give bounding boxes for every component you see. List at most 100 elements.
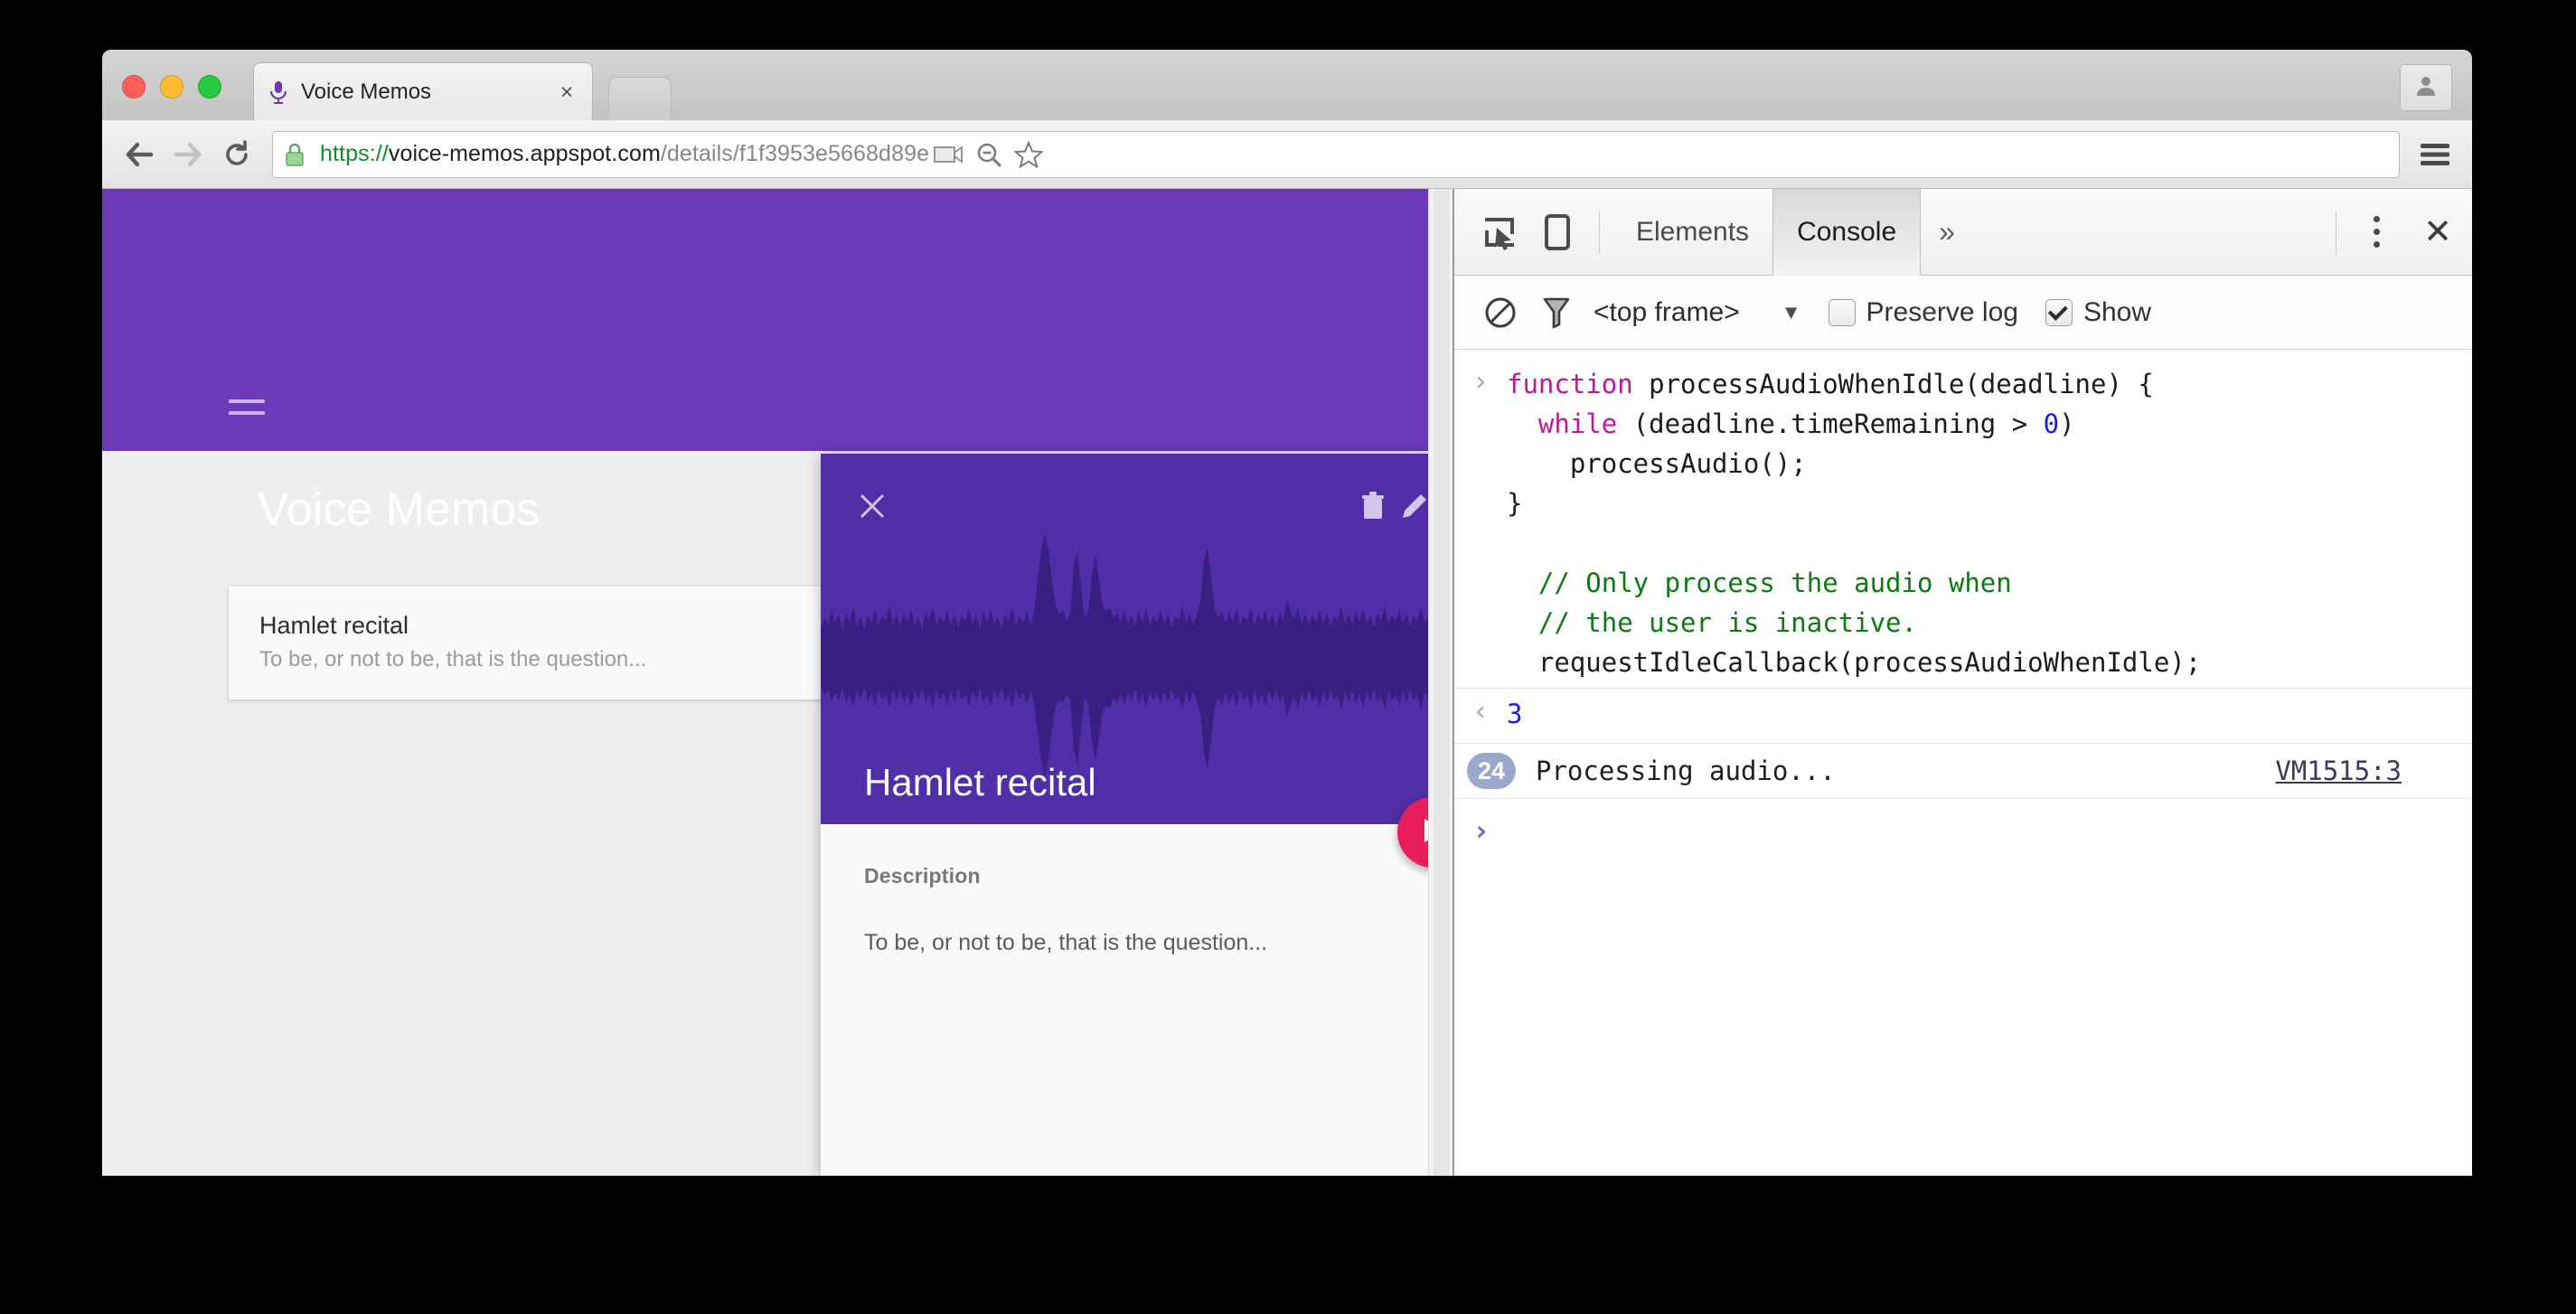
result-marker: ‹: [1454, 694, 1507, 734]
detail-card-header: Hamlet recital: [821, 454, 1428, 824]
result-chevron-icon: ‹: [1471, 696, 1490, 727]
code-token: (deadline.timeRemaining >: [1632, 408, 2044, 439]
checkbox-box: [1828, 298, 1856, 326]
device-bezel: Voice Memos × https://voice-memos.appspo…: [0, 0, 2576, 1314]
app-bar: [102, 189, 1428, 451]
close-icon[interactable]: [851, 485, 893, 527]
detail-card-body: Description To be, or not to be, that is…: [821, 824, 1428, 996]
browser-tab[interactable]: Voice Memos ×: [253, 62, 593, 120]
console-code-line: while (deadline.timeRemaining > 0): [1507, 404, 2458, 444]
input-chevron-icon: ›: [1471, 366, 1490, 398]
url-path: /details/f1f3953e5668d89e: [660, 141, 930, 166]
audio-waveform[interactable]: [821, 524, 1428, 786]
console-code-line: }: [1507, 483, 2458, 523]
window-controls: [122, 75, 221, 99]
detail-title: Hamlet recital: [864, 761, 1096, 803]
console-code-line: function processAudioWhenIdle(deadline) …: [1507, 364, 2458, 404]
code-token: processAudioWhenIdle(deadline) {: [1649, 369, 2154, 399]
browser-window: Voice Memos × https://voice-memos.appspo…: [102, 50, 2472, 1176]
console-code-line: processAudio();: [1507, 444, 2458, 483]
console-code-line: [1507, 523, 2458, 563]
page-scrollbar-thumb[interactable]: [1434, 189, 1449, 1176]
app-menu-icon[interactable]: [229, 399, 265, 425]
play-icon: [1419, 816, 1428, 849]
code-token: requestIdleCallback(processAudioWhenIdle…: [1507, 647, 2202, 678]
back-arrow-icon[interactable]: [115, 130, 164, 179]
edit-icon[interactable]: [1394, 485, 1428, 527]
forward-arrow-icon: [164, 130, 212, 179]
console-filter-bar: <top frame> ▼ Preserve log Show: [1454, 276, 2472, 350]
tab-strip: Voice Memos ×: [102, 50, 2472, 120]
reload-icon[interactable]: [212, 130, 261, 179]
log-count-badge: 24: [1467, 753, 1516, 789]
memo-detail-card: Hamlet recital Description To be, or not…: [821, 454, 1428, 1176]
window-minimize-button[interactable]: [160, 75, 183, 99]
prompt-chevron-icon: ›: [1472, 813, 1490, 848]
console-log-entry[interactable]: 24 Processing audio... VM1515:3: [1454, 743, 2472, 799]
more-tabs-button[interactable]: »: [1921, 189, 1973, 276]
console-prompt[interactable]: ›: [1454, 799, 2472, 862]
url-host: voice-memos.appspot.com: [388, 141, 661, 166]
code-token: // Only process the audio when: [1507, 568, 2012, 598]
code-token: }: [1507, 488, 1523, 519]
execution-context-value: <top frame>: [1594, 296, 1740, 327]
console-code-line: // Only process the audio when: [1507, 563, 2458, 603]
console-code: function processAudioWhenIdle(deadline) …: [1507, 364, 2472, 682]
code-token: 0: [2043, 408, 2060, 439]
bookmark-star-icon[interactable]: [1009, 140, 1048, 168]
toolbar-divider: [1599, 210, 1600, 254]
log-source-link[interactable]: VM1515:3: [2275, 756, 2402, 786]
detail-card-actions: [821, 483, 1428, 530]
execution-context-selector[interactable]: <top frame> ▼: [1594, 297, 1801, 328]
person-icon: [2413, 73, 2439, 103]
description-label: Description: [864, 864, 981, 887]
device-toolbar-icon[interactable]: [1528, 203, 1586, 261]
show-checkbox[interactable]: Show: [2045, 297, 2151, 328]
console-code-line: requestIdleCallback(processAudioWhenIdle…: [1507, 643, 2458, 682]
delete-icon[interactable]: [1352, 485, 1394, 527]
log-message: Processing audio...: [1536, 756, 1836, 786]
code-token: function: [1507, 369, 1650, 399]
page-scrollbar[interactable]: [1428, 189, 1453, 1176]
code-token: ): [2059, 408, 2075, 439]
tab-console[interactable]: Console: [1772, 189, 1922, 276]
code-token: while: [1507, 408, 1633, 439]
console-output[interactable]: › function processAudioWhenIdle(deadline…: [1454, 350, 2472, 1176]
show-label: Show: [2082, 296, 2152, 327]
window-close-button[interactable]: [122, 75, 146, 99]
lock-icon: [284, 142, 307, 167]
filter-icon[interactable]: [1528, 285, 1584, 341]
viewport: Voice Memos Hamlet recital To be, or not…: [102, 189, 2472, 1176]
code-token: // the user is inactive.: [1507, 607, 1917, 638]
new-tab-button[interactable]: [608, 77, 672, 120]
url-text: https://voice-memos.appspot.com/details/…: [320, 141, 929, 167]
console-code-line: // the user is inactive.: [1507, 603, 2458, 643]
devtools-close-button[interactable]: ✕: [2403, 203, 2472, 261]
profile-button[interactable]: [2400, 64, 2452, 111]
window-maximize-button[interactable]: [198, 75, 221, 99]
input-marker: ›: [1454, 364, 1507, 682]
devtools-panel: Elements Console » ✕ <top frame> ▼ Prese…: [1453, 189, 2472, 1176]
tab-close-icon[interactable]: ×: [554, 80, 579, 105]
hamburger-menu-icon[interactable]: [2411, 130, 2459, 179]
devtools-toolbar: Elements Console » ✕: [1454, 189, 2472, 276]
more-options-icon[interactable]: [2349, 203, 2403, 261]
web-app-pane: Voice Memos Hamlet recital To be, or not…: [102, 189, 1428, 1176]
console-input-entry[interactable]: › function processAudioWhenIdle(deadline…: [1454, 350, 2472, 688]
tab-title: Voice Memos: [301, 79, 432, 104]
preserve-log-label: Preserve log: [1866, 296, 2018, 327]
url-scheme: https://: [320, 141, 389, 166]
console-result-entry: ‹ 3: [1454, 688, 2472, 743]
tab-elements[interactable]: Elements: [1612, 189, 1772, 276]
chevron-down-icon: ▼: [1781, 300, 1801, 324]
microphone-icon: [267, 80, 290, 104]
console-result-value: 3: [1507, 699, 1523, 729]
cast-icon[interactable]: [929, 144, 969, 165]
clear-console-icon[interactable]: [1472, 285, 1528, 341]
code-token: processAudio();: [1507, 448, 1807, 479]
zoom-out-icon[interactable]: [969, 141, 1009, 168]
preserve-log-checkbox[interactable]: Preserve log: [1828, 296, 2018, 328]
address-bar[interactable]: https://voice-memos.appspot.com/details/…: [272, 130, 2400, 178]
inspect-element-icon[interactable]: [1471, 203, 1528, 261]
checkbox-box-checked: [2045, 298, 2073, 326]
